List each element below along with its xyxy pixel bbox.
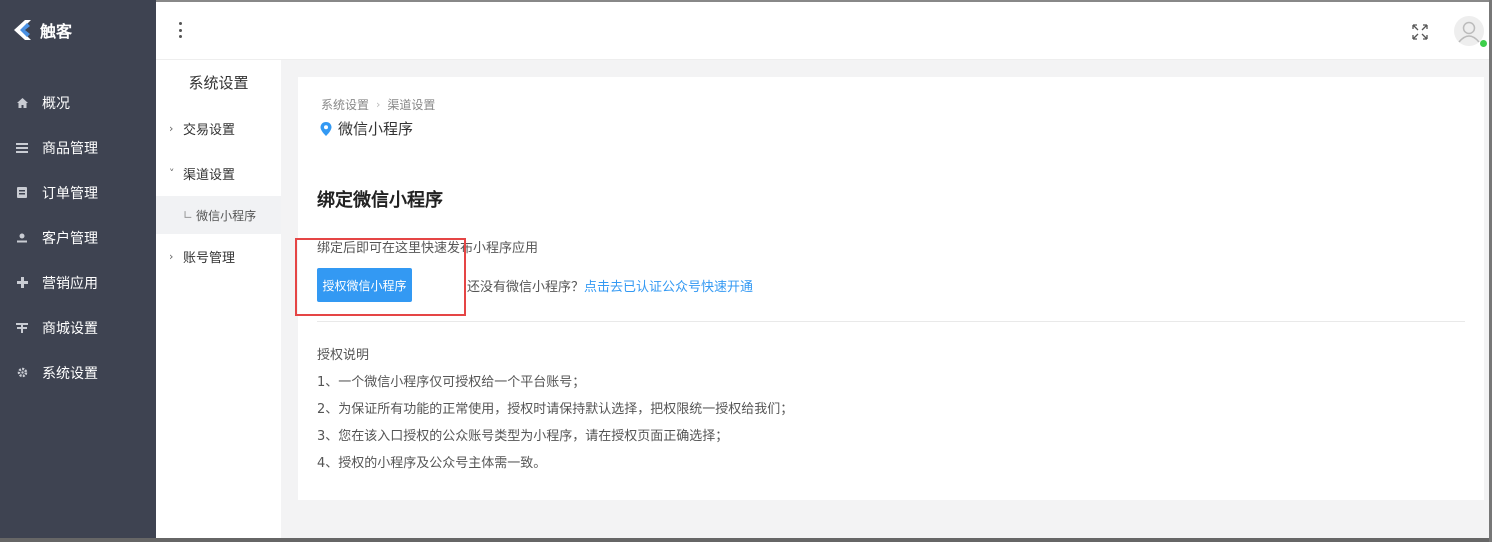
hint-question: 还没有微信小程序？ (467, 280, 585, 295)
quick-open-link[interactable]: 点击去已认证公众号快速开通 (584, 280, 753, 295)
nav-item-products[interactable]: 商品管理 (0, 125, 156, 170)
divider (317, 321, 1465, 322)
hint-text: 还没有微信小程序？点击去已认证公众号快速开通 (467, 276, 753, 295)
list-item: 4、授权的小程序及公众号主体需一致。 (317, 456, 547, 471)
nav-list: 概况 商品管理 订单管理 客户管理 营销应用 商城设置 系统设置 (0, 80, 156, 395)
nav-item-label: 概况 (42, 95, 70, 112)
subnav-item-label: 交易设置 (183, 123, 236, 138)
store-icon (16, 322, 28, 334)
main-sidebar: 触客 概况 商品管理 订单管理 客户管理 营销应用 商城设置 系统设置 (0, 0, 156, 538)
nav-item-orders[interactable]: 订单管理 (0, 170, 156, 215)
brand[interactable]: 触客 (0, 0, 156, 60)
page-title-text: 微信小程序 (338, 120, 414, 138)
nav-item-overview[interactable]: 概况 (0, 80, 156, 125)
online-status-dot (1480, 40, 1487, 47)
notes-list: 1、一个微信小程序仅可授权给一个平台账号； 2、为保证所有功能的正常使用，授权时… (317, 373, 793, 481)
nav-item-store-settings[interactable]: 商城设置 (0, 305, 156, 350)
list-item: 3、您在该入口授权的公众账号类型为小程序，请在授权页面正确选择； (317, 429, 729, 444)
breadcrumb-parent[interactable]: 系统设置 (321, 96, 369, 113)
chevron-right-icon: › (169, 122, 174, 135)
home-icon (16, 97, 28, 109)
subnav-item-wechat-miniprogram[interactable]: ∟ 微信小程序 (156, 196, 281, 234)
order-icon (16, 187, 28, 199)
highlight-annotation-box (295, 238, 466, 316)
content-card: 系统设置 › 渠道设置 微信小程序 绑定微信小程序 绑定后即可在这里快速发布小程… (295, 77, 1484, 500)
secondary-sidebar: 系统设置 › 交易设置 ˅ 渠道设置 ∟ 微信小程序 › 账号管理 (156, 60, 281, 538)
section-title: 绑定微信小程序 (317, 190, 443, 211)
puzzle-icon (16, 277, 28, 289)
nav-item-label: 商城设置 (42, 320, 98, 337)
subnav-item-label: 账号管理 (183, 251, 236, 266)
brand-name: 触客 (40, 22, 73, 41)
list-item: 1、一个微信小程序仅可授权给一个平台账号； (317, 375, 586, 390)
list-icon (16, 142, 28, 154)
window-bottom-border (0, 538, 1492, 542)
chevron-down-icon: ˅ (169, 167, 175, 180)
breadcrumb: 系统设置 › 渠道设置 (321, 96, 435, 113)
gear-icon (16, 367, 28, 379)
tree-branch-icon: ∟ (183, 208, 194, 222)
nav-item-label: 订单管理 (42, 185, 98, 202)
list-item: 2、为保证所有功能的正常使用，授权时请保持默认选择，把权限统一授权给我们； (317, 402, 794, 417)
nav-item-label: 商品管理 (42, 140, 98, 157)
breadcrumb-separator-icon: › (376, 98, 381, 111)
location-pin-icon (320, 121, 332, 136)
subnav-item-account-management[interactable]: › 账号管理 (156, 234, 281, 279)
notes-title: 授权说明 (317, 348, 370, 363)
nav-item-label: 营销应用 (42, 275, 98, 292)
subnav-title: 系统设置 (188, 74, 249, 92)
fullscreen-icon[interactable] (1412, 24, 1428, 40)
nav-item-system-settings[interactable]: 系统设置 (0, 350, 156, 395)
top-header (156, 0, 1492, 60)
subnav-item-channel-settings[interactable]: ˅ 渠道设置 (156, 151, 281, 196)
subnav-item-trade-settings[interactable]: › 交易设置 (156, 106, 281, 151)
breadcrumb-current[interactable]: 渠道设置 (387, 96, 435, 113)
subnav-item-label: 渠道设置 (183, 168, 236, 183)
user-icon (16, 232, 28, 244)
page-title: 微信小程序 (320, 118, 413, 139)
nav-item-label: 系统设置 (42, 365, 98, 382)
menu-toggle-icon[interactable] (176, 22, 184, 38)
chevron-right-icon: › (169, 250, 174, 263)
nav-item-marketing[interactable]: 营销应用 (0, 260, 156, 305)
subnav-child-label: 微信小程序 (196, 208, 257, 223)
brand-logo-icon (14, 20, 31, 40)
nav-item-customers[interactable]: 客户管理 (0, 215, 156, 260)
nav-item-label: 客户管理 (42, 230, 98, 247)
